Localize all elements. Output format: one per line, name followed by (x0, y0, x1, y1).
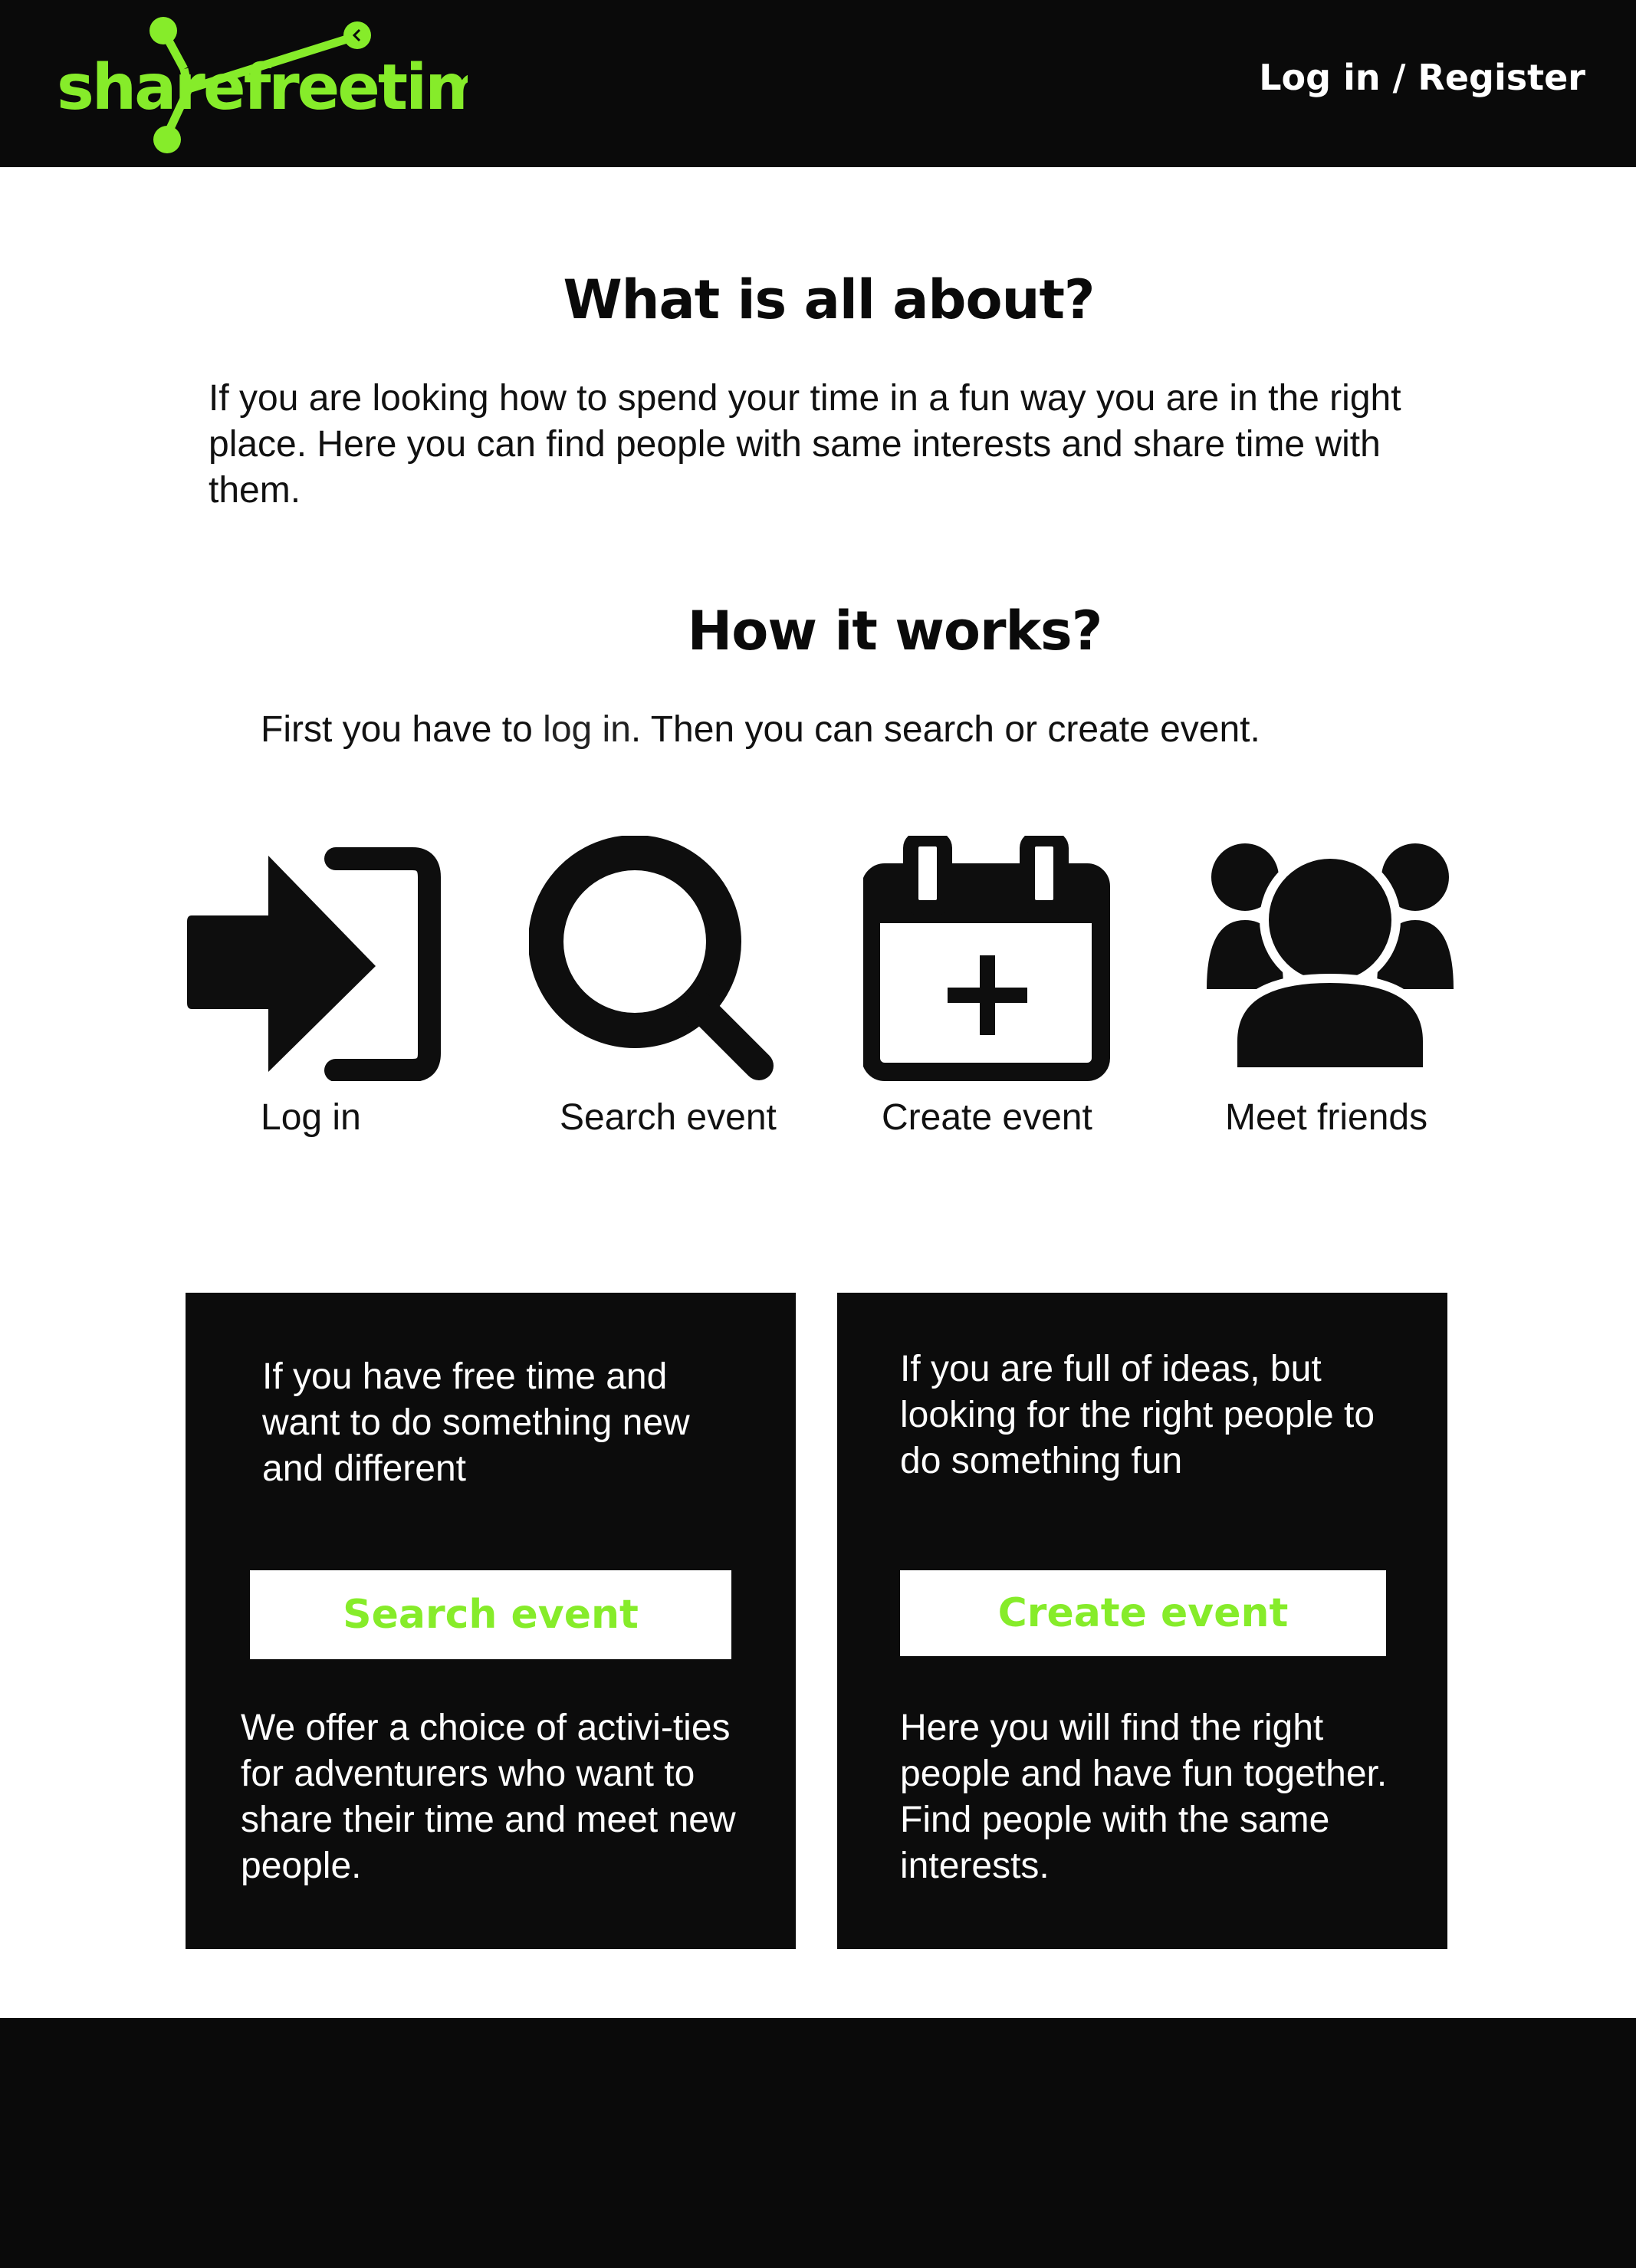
page-footer (0, 2018, 1636, 2268)
how-text-after: . Then you can search or create event. (630, 709, 1260, 750)
how-title: How it works? (687, 600, 1103, 662)
card-bottom-text: We offer a choice of activi-ties for adv… (241, 1708, 736, 1886)
step-label-search: Search event (560, 1097, 777, 1138)
site-logo[interactable]: sharefreetime (54, 15, 468, 161)
step-label-create: Create event (882, 1097, 1092, 1138)
step-label-login: Log in (261, 1097, 361, 1138)
calendar-add-icon (863, 836, 1110, 1081)
step-label-meet: Meet friends (1225, 1097, 1428, 1138)
how-text-before: First you have to (261, 709, 544, 750)
create-event-button[interactable]: Create event (900, 1570, 1386, 1656)
how-text: First you have to log in. Then you can s… (261, 707, 1487, 753)
search-event-button[interactable]: Search event (250, 1570, 731, 1659)
top-header: sharefreetime Log in / Register (0, 0, 1636, 167)
about-text: If you are looking how to spend your tim… (209, 378, 1401, 511)
people-group-icon (1207, 843, 1454, 1076)
login-icon (187, 847, 441, 1081)
card-top-text: If you have free time and want to do som… (262, 1356, 690, 1489)
card-top-text: If you are full of ideas, but looking fo… (900, 1349, 1375, 1481)
card-bottom-text: Here you will find the right people and … (900, 1708, 1388, 1886)
search-icon (529, 836, 774, 1080)
create-event-card: If you are full of ideas, but looking fo… (837, 1293, 1447, 1949)
login-register-link[interactable]: Log in / Register (1259, 57, 1585, 98)
logo-wordmark: sharefreetime (57, 51, 468, 124)
search-event-card: If you have free time and want to do som… (186, 1293, 796, 1949)
how-login-link[interactable]: log in (543, 709, 631, 750)
about-title: What is all about? (563, 268, 1095, 331)
